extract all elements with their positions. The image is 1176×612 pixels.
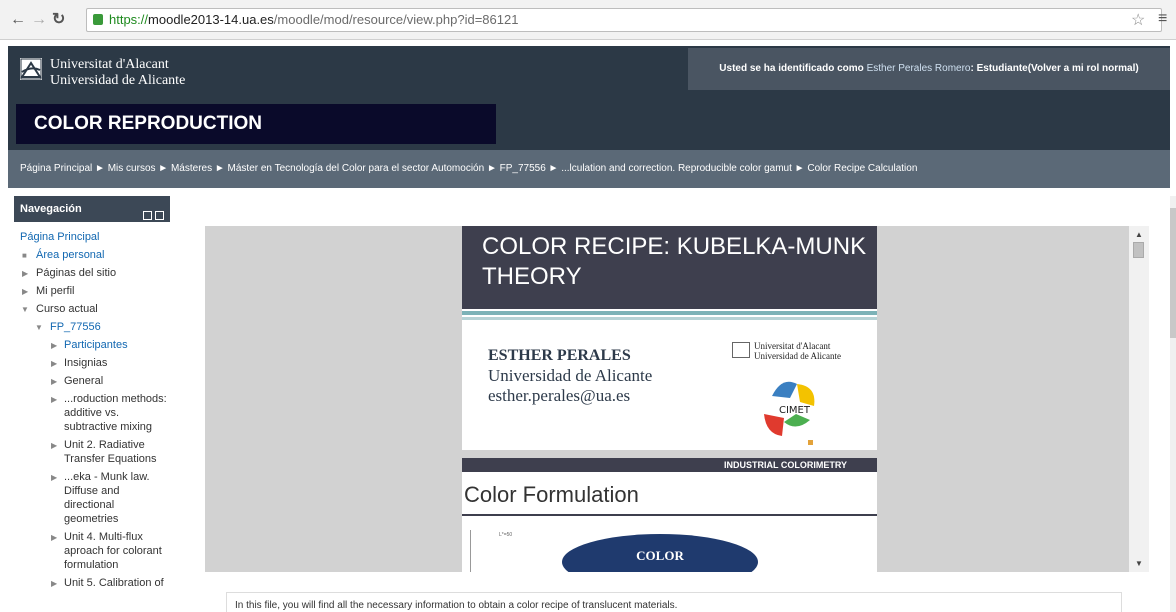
viewer-scrollbar[interactable]: ▲ ▼ xyxy=(1129,226,1149,572)
scroll-up-icon[interactable]: ▲ xyxy=(1135,230,1143,239)
author-email: esther.perales@ua.es xyxy=(488,386,631,405)
divider xyxy=(462,514,877,516)
sidebar-item-label: ...roduction methods: additive vs. subtr… xyxy=(64,393,167,433)
sidebar-item-label: General xyxy=(64,375,104,387)
collapse-arrow-icon: ▼ xyxy=(35,323,43,332)
author-affiliation: Universidad de Alicante xyxy=(488,366,653,385)
divider xyxy=(462,311,877,315)
bullet-icon: ■ xyxy=(22,251,27,260)
browser-toolbar: ← → ↻ https://moodle2013-14.ua.es/moodle… xyxy=(0,0,1176,40)
slide-color-formulation: INDUSTRIAL COLORIMETRY Color Formulation… xyxy=(462,458,877,572)
sidebar-item-unit-2[interactable]: ▶ Unit 2. Radiative Transfer Equations xyxy=(14,438,170,466)
collapse-arrow-icon: ▼ xyxy=(21,305,29,314)
color-ellipse: COLOR xyxy=(562,534,758,572)
dock-block-icon[interactable] xyxy=(155,211,164,220)
url-host: moodle2013-14.ua.es xyxy=(148,12,274,27)
navigation-tree: Página Principal ■ Área personal ▶ Páginas… xyxy=(14,222,170,590)
sidebar-item-participantes[interactable]: ▶ Participantes xyxy=(14,338,170,352)
user-name-link[interactable]: Esther Perales Romero xyxy=(867,63,971,74)
cimet-logo-icon: CIMET xyxy=(764,381,815,445)
address-bar[interactable]: https://moodle2013-14.ua.es/moodle/mod/r… xyxy=(86,8,1162,32)
forward-arrow-icon[interactable]: → xyxy=(31,12,47,28)
sidebar-item-label: Unit 4. Multi-flux aproach for colorant … xyxy=(64,531,162,571)
scrollbar-thumb[interactable] xyxy=(1133,242,1144,258)
page-scrollbar[interactable] xyxy=(1170,196,1176,612)
slide-title: COLOR RECIPE: KUBELKA-MUNK THEORY xyxy=(462,226,877,309)
university-name[interactable]: Universitat d'Alacant Universidad de Ali… xyxy=(50,57,185,89)
sidebar-item-label: Área personal xyxy=(36,249,105,261)
login-prefix: Usted se ha identificado como xyxy=(719,63,867,74)
expand-arrow-icon: ▶ xyxy=(51,359,58,368)
expand-arrow-icon: ▶ xyxy=(22,287,29,296)
navigation-block-header: Navegación xyxy=(14,196,170,222)
slide-uni-line1: Universitat d'Alacant xyxy=(754,341,831,351)
sidebar-item-label: Unit 5. Calibration of xyxy=(64,577,164,589)
sidebar-item-curso-actual[interactable]: ▼ Curso actual xyxy=(14,302,170,316)
collapse-block-icon[interactable] xyxy=(143,211,152,220)
resource-description: In this file, you will find all the nece… xyxy=(226,592,1122,612)
back-arrow-icon[interactable]: ← xyxy=(10,12,26,28)
sidebar-item-unit-3[interactable]: ▶ ...eka - Munk law. Diffuse and directio… xyxy=(14,470,170,526)
sidebar-item-insignias[interactable]: ▶ Insignias xyxy=(14,356,170,370)
bookmark-star-icon[interactable]: ☆ xyxy=(1131,10,1145,30)
slide-university-logo: Universitat d'Alacant Universidad de Ali… xyxy=(732,341,841,361)
breadcrumb[interactable]: Página Principal ► Mis cursos ► Másteres… xyxy=(8,150,1170,188)
sidebar-item-area-personal[interactable]: ■ Área personal xyxy=(14,248,170,262)
sidebar-item-label: Insignias xyxy=(64,357,108,369)
slide-uni-line2: Universidad de Alicante xyxy=(754,351,841,361)
university-name-line1: Universitat d'Alacant xyxy=(50,57,169,72)
navigation-title: Navegación xyxy=(20,203,82,215)
user-login-info: Usted se ha identificado como Esther Per… xyxy=(688,48,1170,90)
browser-menu-icon[interactable]: ≡ xyxy=(1158,10,1167,28)
page-scrollbar-thumb[interactable] xyxy=(1170,208,1176,338)
site-header: Universitat d'Alacant Universidad de Ali… xyxy=(8,46,1170,150)
sidebar-item-label: Participantes xyxy=(64,339,128,351)
lock-icon xyxy=(93,14,103,25)
expand-arrow-icon: ▶ xyxy=(51,441,58,450)
sidebar-item-label: ...eka - Munk law. Diffuse and direction… xyxy=(64,471,150,525)
expand-arrow-icon: ▶ xyxy=(22,269,29,278)
slide-header-bar: INDUSTRIAL COLORIMETRY xyxy=(462,458,877,472)
author-name: ESTHER PERALES xyxy=(488,347,631,364)
url-scheme: https:// xyxy=(109,12,149,27)
sidebar-item-mi-perfil[interactable]: ▶ Mi perfil xyxy=(14,284,170,298)
expand-arrow-icon: ▶ xyxy=(51,533,58,542)
sidebar-item-unit-5[interactable]: ▶ Unit 5. Calibration of xyxy=(14,576,170,590)
expand-arrow-icon: ▶ xyxy=(51,377,58,386)
cimet-label: CIMET xyxy=(779,405,811,416)
divider xyxy=(462,317,877,320)
chart-thumbnail: L*=50 xyxy=(470,530,532,572)
expand-arrow-icon: ▶ xyxy=(51,473,58,482)
sidebar-item-label: Páginas del sitio xyxy=(36,267,117,279)
scroll-down-icon[interactable]: ▼ xyxy=(1135,559,1143,568)
sidebar-item-unit-1[interactable]: ▶ ...roduction methods: additive vs. subt… xyxy=(14,392,170,434)
chart-thumbnail-label: L*=50 xyxy=(499,532,513,538)
sidebar-item-pagina-principal[interactable]: Página Principal xyxy=(14,230,170,244)
sidebar-item-label: Mi perfil xyxy=(36,285,75,297)
expand-arrow-icon: ▶ xyxy=(51,395,58,404)
sidebar-item-paginas-del-sitio[interactable]: ▶ Páginas del sitio xyxy=(14,266,170,280)
university-name-line2: Universidad de Alicante xyxy=(50,73,186,88)
university-logo-icon xyxy=(732,342,750,358)
sidebar-item-label: Unit 2. Radiative Transfer Equations xyxy=(64,439,157,465)
slide-heading: Color Formulation xyxy=(464,482,639,507)
course-title: COLOR REPRODUCTION xyxy=(16,104,496,144)
navigation-block: Navegación Página Principal ■ Área person… xyxy=(14,196,170,612)
url-path: /moodle/mod/resource/view.php?id=86121 xyxy=(273,12,519,27)
pdf-viewer[interactable]: COLOR RECIPE: KUBELKA-MUNK THEORY ESTHER… xyxy=(205,226,1149,572)
sidebar-item-unit-4[interactable]: ▶ Unit 4. Multi-flux aproach for colorant… xyxy=(14,530,170,572)
author-block: ESTHER PERALES Universidad de Alicante e… xyxy=(488,346,652,406)
university-logo-icon[interactable] xyxy=(20,58,42,80)
expand-arrow-icon: ▶ xyxy=(51,341,58,350)
sidebar-item-course[interactable]: ▼ FP_77556 xyxy=(14,320,170,334)
expand-arrow-icon: ▶ xyxy=(51,579,58,588)
sidebar-item-label: FP_77556 xyxy=(50,321,101,333)
sidebar-item-label: Curso actual xyxy=(36,303,98,315)
slide-title-page: COLOR RECIPE: KUBELKA-MUNK THEORY ESTHER… xyxy=(462,226,877,450)
login-role[interactable]: : Estudiante(Volver a mi rol normal) xyxy=(971,63,1139,74)
sidebar-item-general[interactable]: ▶ General xyxy=(14,374,170,388)
reload-icon[interactable]: ↻ xyxy=(52,12,65,28)
